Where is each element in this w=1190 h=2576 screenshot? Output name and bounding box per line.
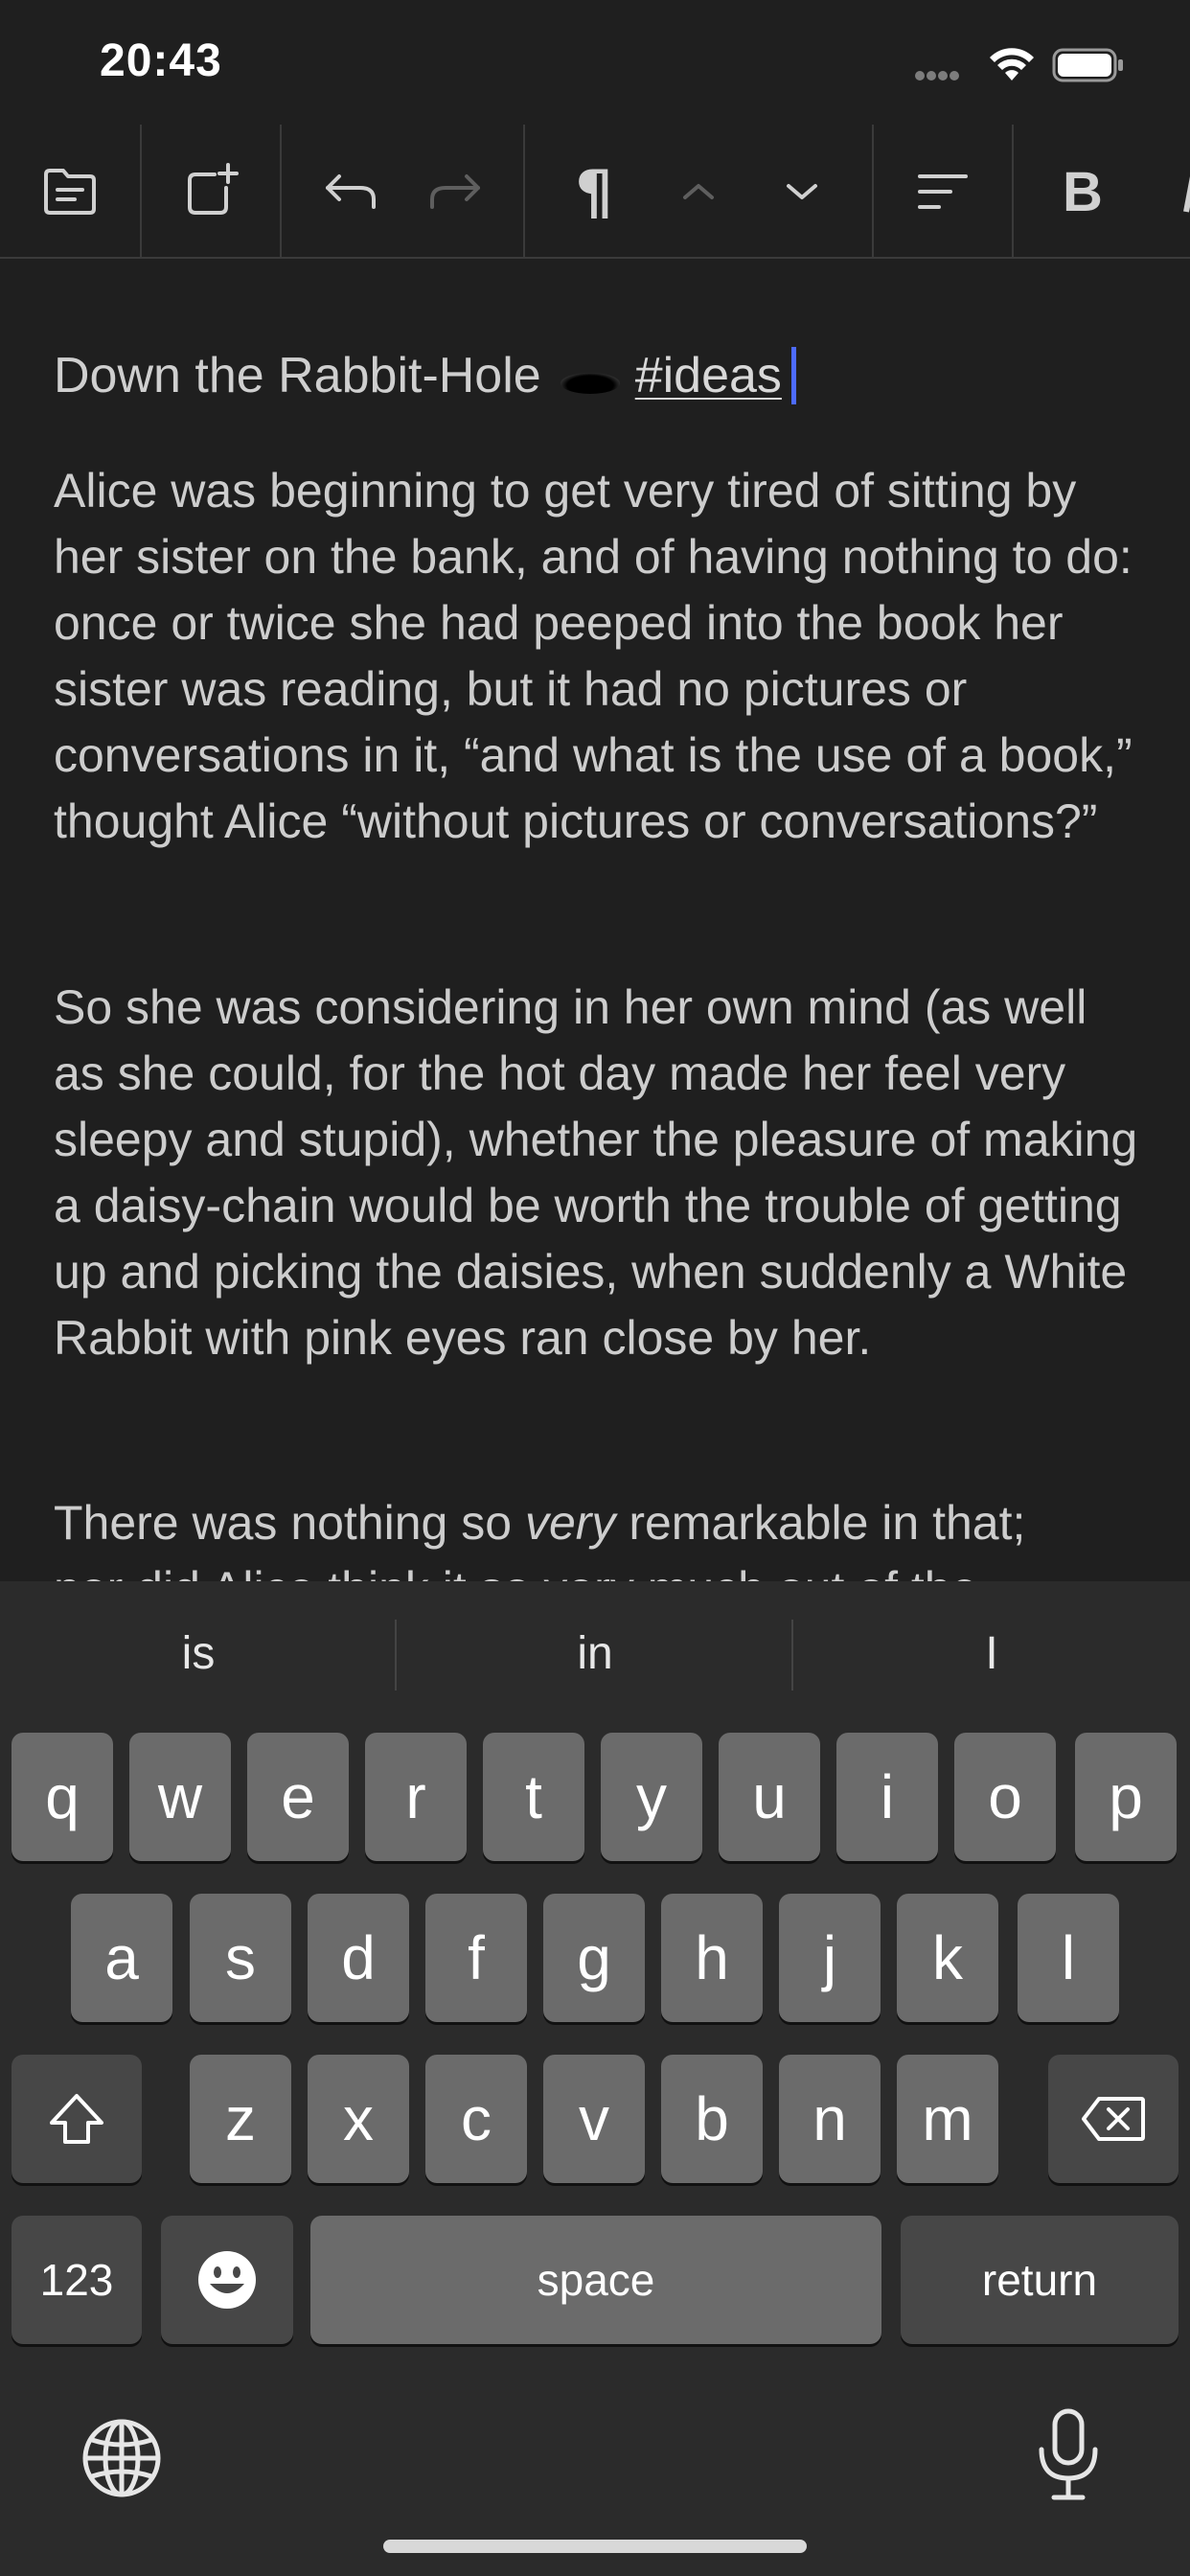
key-n[interactable]: n <box>779 2055 881 2183</box>
paragraph-2[interactable]: So she was considering in her own mind (… <box>54 975 1146 1371</box>
key-y[interactable]: y <box>601 1733 702 1861</box>
files-icon <box>44 169 96 215</box>
keyboard: is in I q w e r t y u i o p a s d f g h … <box>0 1581 1190 2576</box>
key-i[interactable]: i <box>836 1733 938 1861</box>
key-o[interactable]: o <box>954 1733 1056 1861</box>
paragraph-3-next-line: nor did Alice think it so very much out … <box>54 1562 977 1581</box>
globe-icon[interactable] <box>80 2417 163 2499</box>
delete-key[interactable] <box>1048 2055 1179 2183</box>
italic-button[interactable] <box>1161 125 1190 257</box>
key-r[interactable]: r <box>365 1733 467 1861</box>
key-f[interactable]: f <box>425 1894 527 2022</box>
key-m[interactable]: m <box>897 2055 998 2183</box>
paragraph-3-emphasis: very <box>524 1496 616 1550</box>
key-z[interactable]: z <box>190 2055 291 2183</box>
screen: 20:43 ¶ B Down the Rabbit-Hole #ideas Al… <box>0 0 1190 2576</box>
paragraph-icon: ¶ <box>575 156 613 227</box>
key-k[interactable]: k <box>897 1894 998 2022</box>
paragraph-3-text: There was nothing so <box>54 1496 525 1550</box>
move-up-button[interactable] <box>644 125 753 257</box>
paragraph-3[interactable]: There was nothing so very remarkable in … <box>54 1490 1146 1581</box>
key-h[interactable]: h <box>661 1894 763 2022</box>
emoji-key[interactable] <box>161 2216 293 2344</box>
new-note-button[interactable] <box>142 125 280 257</box>
status-time: 20:43 <box>100 35 222 86</box>
key-p[interactable]: p <box>1075 1733 1177 1861</box>
suggestion-1[interactable]: is <box>0 1581 397 1725</box>
return-key[interactable]: return <box>901 2216 1179 2344</box>
paragraph-button[interactable]: ¶ <box>525 125 663 257</box>
key-x[interactable]: x <box>308 2055 409 2183</box>
microphone-icon[interactable] <box>1035 2407 1102 2503</box>
redo-button[interactable] <box>391 125 519 257</box>
suggestion-bar: is in I <box>0 1581 1190 1725</box>
shift-icon <box>50 2094 103 2144</box>
key-a[interactable]: a <box>71 1894 172 2022</box>
emoji-icon <box>198 2251 256 2309</box>
key-u[interactable]: u <box>719 1733 820 1861</box>
key-t[interactable]: t <box>483 1733 584 1861</box>
battery-icon <box>1052 48 1123 82</box>
space-key[interactable]: space <box>310 2216 881 2344</box>
bold-button[interactable]: B <box>1014 125 1152 257</box>
key-c[interactable]: c <box>425 2055 527 2183</box>
bold-icon: B <box>1063 160 1103 223</box>
home-indicator[interactable] <box>383 2540 807 2553</box>
key-l[interactable]: l <box>1018 1894 1119 2022</box>
key-w[interactable]: w <box>129 1733 231 1861</box>
status-bar: 20:43 <box>0 0 1190 134</box>
formatting-toolbar: ¶ B <box>0 125 1190 259</box>
key-b[interactable]: b <box>661 2055 763 2183</box>
hashtag-link[interactable]: #ideas <box>635 347 782 404</box>
move-up-icon <box>683 184 714 199</box>
files-button[interactable] <box>0 125 140 257</box>
move-down-icon <box>787 184 817 199</box>
italic-icon <box>1183 175 1190 213</box>
numbers-key[interactable]: 123 <box>11 2216 142 2344</box>
new-note-icon <box>188 163 239 215</box>
key-d[interactable]: d <box>308 1894 409 2022</box>
redo-icon <box>430 174 480 209</box>
shift-key[interactable] <box>11 2055 142 2183</box>
undo-icon <box>326 174 376 209</box>
wifi-icon <box>990 48 1034 80</box>
key-g[interactable]: g <box>543 1894 645 2022</box>
note-editor[interactable]: Down the Rabbit-Hole #ideas Alice was be… <box>0 261 1190 1581</box>
key-j[interactable]: j <box>779 1894 881 2022</box>
text-cursor <box>790 347 796 404</box>
cellular-signal-icon <box>915 71 969 82</box>
align-button[interactable] <box>874 125 1012 257</box>
key-e[interactable]: e <box>247 1733 349 1861</box>
key-s[interactable]: s <box>190 1894 291 2022</box>
document-title: Down the Rabbit-Hole <box>54 348 541 403</box>
hole-emoji <box>560 373 620 394</box>
suggestion-3[interactable]: I <box>793 1581 1190 1725</box>
paragraph-1[interactable]: Alice was beginning to get very tired of… <box>54 458 1146 855</box>
key-q[interactable]: q <box>11 1733 113 1861</box>
key-v[interactable]: v <box>543 2055 645 2183</box>
suggestion-2[interactable]: in <box>397 1581 793 1725</box>
align-icon <box>918 174 968 209</box>
backspace-icon <box>1082 2097 1145 2141</box>
document-title-line[interactable]: Down the Rabbit-Hole #ideas <box>54 347 796 404</box>
move-down-button[interactable] <box>747 125 857 257</box>
paragraph-3-text-end: remarkable in that; <box>615 1496 1026 1550</box>
